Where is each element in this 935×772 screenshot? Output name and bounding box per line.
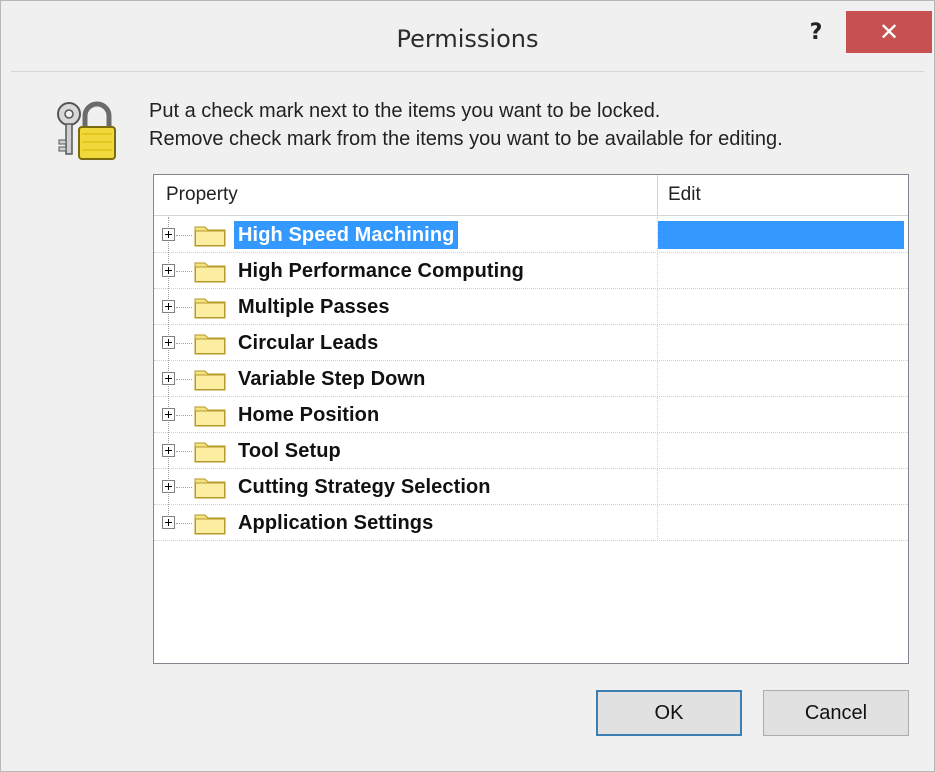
folder-icon (194, 370, 226, 391)
folder-icon (194, 514, 226, 535)
table-row[interactable]: Cutting Strategy Selection (154, 469, 908, 505)
row-property-label[interactable]: High Performance Computing (234, 257, 528, 285)
permissions-dialog: Permissions ? ✕ Put a check mark next to… (0, 0, 935, 772)
help-button[interactable]: ? (796, 15, 836, 51)
row-property-label[interactable]: Multiple Passes (234, 293, 394, 321)
title-bar[interactable]: Permissions ? ✕ (1, 1, 934, 71)
tree-branch-line (176, 451, 192, 452)
expand-plus-icon[interactable] (162, 300, 175, 313)
tree-branch-line (176, 523, 192, 524)
cell-divider (657, 253, 658, 289)
cell-divider (657, 361, 658, 397)
close-icon: ✕ (878, 18, 900, 46)
permissions-tree-table[interactable]: Property Edit High Speed Machining High P… (153, 174, 909, 664)
folder-icon (194, 406, 226, 427)
column-divider[interactable] (657, 175, 658, 215)
table-row[interactable]: Variable Step Down (154, 361, 908, 397)
cell-divider (657, 469, 658, 505)
folder-icon (194, 442, 226, 463)
folder-icon (194, 262, 226, 283)
cell-divider (657, 505, 658, 541)
row-property-label[interactable]: Home Position (234, 401, 383, 429)
edit-cell[interactable] (658, 221, 904, 249)
expand-plus-icon[interactable] (162, 444, 175, 457)
row-property-label[interactable]: Tool Setup (234, 437, 345, 465)
row-gridline (154, 540, 908, 541)
tree-branch-line (176, 379, 192, 380)
cell-divider (657, 397, 658, 433)
table-row[interactable]: High Performance Computing (154, 253, 908, 289)
table-row[interactable]: High Speed Machining (154, 217, 908, 253)
row-property-label[interactable]: Circular Leads (234, 329, 382, 357)
lock-keys-icon (57, 101, 116, 160)
row-property-label[interactable]: Cutting Strategy Selection (234, 473, 495, 501)
instruction-line-2: Remove check mark from the items you wan… (149, 128, 783, 150)
expand-plus-icon[interactable] (162, 336, 175, 349)
table-row[interactable]: Application Settings (154, 505, 908, 541)
expand-plus-icon[interactable] (162, 480, 175, 493)
tree-branch-line (176, 271, 192, 272)
table-row[interactable]: Home Position (154, 397, 908, 433)
expand-plus-icon[interactable] (162, 264, 175, 277)
window-title: Permissions (396, 25, 539, 53)
ok-button[interactable]: OK (596, 690, 742, 736)
column-header-edit[interactable]: Edit (668, 175, 701, 215)
cancel-button[interactable]: Cancel (763, 690, 909, 736)
table-header: Property Edit (154, 175, 908, 216)
cell-divider (657, 325, 658, 361)
expand-plus-icon[interactable] (162, 408, 175, 421)
tree-branch-line (176, 343, 192, 344)
table-row[interactable]: Tool Setup (154, 433, 908, 469)
expand-plus-icon[interactable] (162, 228, 175, 241)
row-property-label[interactable]: Application Settings (234, 509, 437, 537)
expand-plus-icon[interactable] (162, 372, 175, 385)
column-header-property[interactable]: Property (166, 175, 238, 215)
folder-icon (194, 298, 226, 319)
close-button[interactable]: ✕ (846, 11, 932, 53)
instruction-line-1: Put a check mark next to the items you w… (149, 100, 661, 122)
table-row[interactable]: Circular Leads (154, 325, 908, 361)
row-property-label[interactable]: Variable Step Down (234, 365, 429, 393)
folder-icon (194, 334, 226, 355)
tree-branch-line (176, 307, 192, 308)
cell-divider (657, 289, 658, 325)
tree-branch-line (176, 487, 192, 488)
cell-divider (657, 433, 658, 469)
expand-plus-icon[interactable] (162, 516, 175, 529)
folder-icon (194, 478, 226, 499)
row-property-label[interactable]: High Speed Machining (234, 221, 459, 249)
folder-icon (194, 226, 226, 247)
table-row[interactable]: Multiple Passes (154, 289, 908, 325)
tree-branch-line (176, 235, 192, 236)
dialog-body: Put a check mark next to the items you w… (11, 71, 924, 764)
tree-branch-line (176, 415, 192, 416)
